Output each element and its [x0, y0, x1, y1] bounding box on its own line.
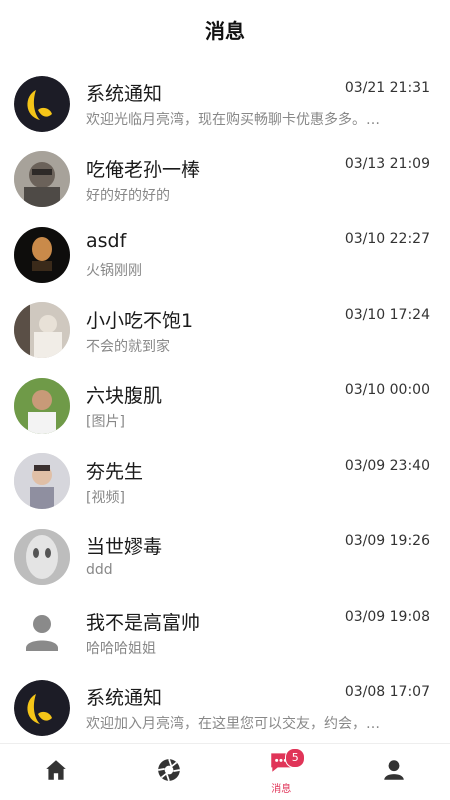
- conversation-time: 03/10 17:24: [344, 306, 430, 323]
- conversation-preview: 哈哈哈姐姐: [86, 640, 156, 657]
- conversation-preview: 欢迎光临月亮湾，现在购买畅聊卡优惠多多。…: [86, 112, 380, 128]
- conversation-name: 六块腹肌: [86, 385, 163, 407]
- conversation-preview: ddd: [86, 562, 113, 578]
- user-icon: [381, 757, 407, 787]
- conversation-item[interactable]: 六块腹肌 03/10 00:00 [图片]: [0, 368, 450, 444]
- conversation-time: 03/09 19:08: [344, 608, 430, 625]
- avatar: [14, 453, 70, 510]
- conversation-time: 03/21 21:31: [344, 80, 430, 96]
- conversation-name: 当世嫪毒: [86, 536, 163, 558]
- moon-logo-avatar: [14, 679, 70, 736]
- default-user-avatar: [14, 604, 70, 660]
- home-icon: [43, 757, 69, 787]
- avatar: [14, 226, 70, 283]
- conversation-item[interactable]: 系统通知 03/21 21:31 欢迎光临月亮湾，现在购买畅聊卡优惠多多。…: [0, 66, 450, 142]
- conversation-name: 系统通知: [86, 83, 163, 105]
- conversation-name: 我不是高富帅: [86, 611, 201, 634]
- conversation-item[interactable]: 吃俺老孙一棒 03/13 21:09 好的好的好的: [0, 142, 450, 218]
- conversation-list: 系统通知 03/21 21:31 欢迎光临月亮湾，现在购买畅聊卡优惠多多。… 吃…: [0, 66, 450, 746]
- conversation-name: asdf: [86, 230, 127, 252]
- conversation-item[interactable]: asdf 03/10 22:27 火锅刚刚: [0, 217, 450, 293]
- bottom-tab-bar: 5 消息: [0, 743, 450, 800]
- conversation-name: 吃俺老孙一棒: [86, 158, 201, 181]
- conversation-item[interactable]: 夯先生 03/09 23:40 [视频]: [0, 444, 450, 520]
- conversation-preview: 好的好的好的: [86, 187, 170, 204]
- conversation-item[interactable]: 我不是高富帅 03/09 19:08 哈哈哈姐姐: [0, 595, 450, 671]
- conversation-name: 小小吃不饱1: [86, 309, 194, 332]
- conversation-time: 03/10 00:00: [344, 382, 430, 398]
- conversation-item[interactable]: 系统通知 03/08 17:07 欢迎加入月亮湾，在这里您可以交友，约会，…: [0, 670, 450, 746]
- conversation-preview: 火锅刚刚: [86, 263, 142, 279]
- avatar: [14, 377, 70, 434]
- conversation-time: 03/08 17:07: [344, 684, 430, 700]
- conversation-preview: [图片]: [86, 414, 125, 430]
- tab-home[interactable]: [26, 744, 86, 800]
- conversation-item[interactable]: 当世嫪毒 03/09 19:26 ddd: [0, 519, 450, 595]
- avatar: [14, 151, 70, 208]
- avatar: [14, 528, 70, 585]
- page-title: 消息: [205, 18, 245, 43]
- moon-logo-avatar: [14, 75, 70, 132]
- tab-label: 消息: [271, 784, 292, 795]
- conversation-name: 夯先生: [86, 460, 144, 483]
- unread-badge: 5: [285, 748, 306, 768]
- conversation-time: 03/09 23:40: [344, 457, 430, 474]
- conversation-preview: [视频]: [86, 489, 125, 506]
- tab-messages[interactable]: 5 消息: [251, 744, 311, 800]
- conversation-time: 03/10 22:27: [344, 231, 430, 247]
- conversation-time: 03/09 19:26: [344, 533, 430, 549]
- aperture-icon: [156, 757, 182, 787]
- avatar: [14, 302, 70, 359]
- tab-discover[interactable]: [139, 744, 199, 800]
- conversation-item[interactable]: 小小吃不饱1 03/10 17:24 不会的就到家: [0, 293, 450, 369]
- conversation-name: 系统通知: [86, 687, 163, 709]
- conversation-time: 03/13 21:09: [344, 155, 430, 172]
- conversation-preview: 欢迎加入月亮湾，在这里您可以交友，约会，…: [86, 716, 380, 732]
- tab-profile[interactable]: [364, 744, 424, 800]
- conversation-preview: 不会的就到家: [86, 338, 170, 355]
